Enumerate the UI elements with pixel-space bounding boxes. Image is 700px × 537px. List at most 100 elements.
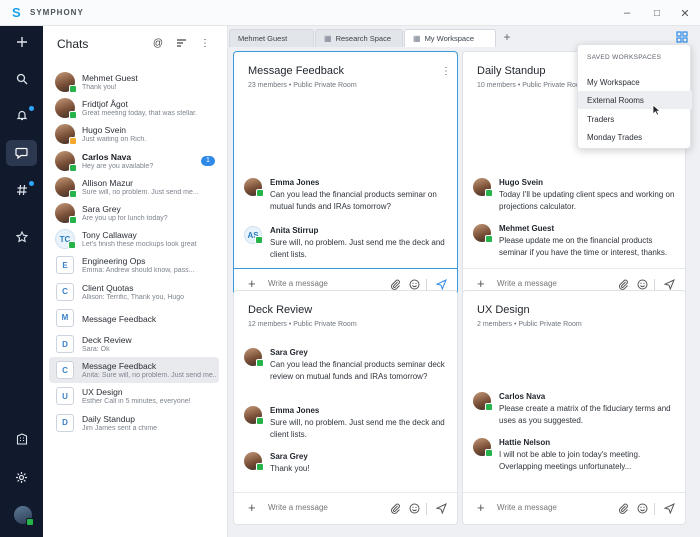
- tab-research-space[interactable]: ▦ Research Space: [315, 29, 403, 47]
- composer-divider: [426, 503, 427, 515]
- unread-badge: 1: [201, 155, 215, 166]
- chat-list-item[interactable]: Sara Grey Are you up for lunch today?: [49, 200, 219, 226]
- add-tab-icon[interactable]: +: [500, 30, 514, 44]
- mouse-cursor-icon: [652, 104, 662, 116]
- message-input[interactable]: [268, 279, 368, 288]
- workspace-option[interactable]: My Workspace: [578, 73, 692, 91]
- chat-list-item[interactable]: Hugo Svein Just waiting on Rich.: [49, 121, 219, 147]
- room-icon: U: [56, 387, 74, 406]
- avatar: [473, 392, 493, 411]
- maximize-button[interactable]: □: [642, 0, 672, 26]
- send-icon[interactable]: [435, 503, 447, 515]
- avatar: [244, 348, 264, 367]
- room-card[interactable]: UX Design 2 members • Public Private Room…: [462, 290, 686, 525]
- building-icon[interactable]: [6, 426, 37, 452]
- message: Hugo Svein Today I'll be updating client …: [473, 178, 674, 218]
- chat-list-item[interactable]: M Message Feedback: [49, 305, 219, 331]
- room-title: Deck Review: [248, 304, 313, 316]
- presence-indicator: [69, 137, 77, 146]
- chat-list-item[interactable]: Fridtjof Ågot Great meeting today, that w…: [49, 95, 219, 121]
- message: Emma Jones Can you lead the financial pro…: [244, 178, 444, 218]
- room-subtitle: 23 members • Public Private Room: [248, 82, 357, 89]
- presence-indicator: [68, 241, 76, 250]
- search-icon[interactable]: [6, 66, 37, 92]
- chat-list-item[interactable]: D Deck Review Sara: Ok: [49, 331, 219, 357]
- mention-icon[interactable]: @: [151, 36, 165, 50]
- chat-name: Carlos Nava: [82, 151, 132, 162]
- message-author: Hugo Svein: [499, 178, 544, 187]
- room-icon: D: [56, 335, 74, 353]
- gear-icon[interactable]: [6, 464, 37, 490]
- avatar: [55, 98, 77, 120]
- chat-preview: Esther Call in 5 minutes, everyone!: [82, 398, 191, 406]
- chat-list-item[interactable]: C Message Feedback Anita: Sure will, no pr…: [49, 357, 219, 384]
- more-vertical-icon[interactable]: ⋮: [198, 36, 212, 50]
- close-button[interactable]: ✕: [670, 0, 700, 26]
- chat-list-item[interactable]: D Daily Standup Jim James sent a chime: [49, 410, 219, 436]
- plus-icon[interactable]: +: [248, 277, 256, 291]
- chat-list-item[interactable]: Carlos Nava Hey are you available? 1: [49, 148, 219, 174]
- message-input[interactable]: [497, 503, 597, 512]
- avatar: [55, 150, 77, 172]
- chat-list-item[interactable]: E Engineering Ops Emma: Andrew should know…: [49, 252, 219, 278]
- message-author: Anita Stirrup: [270, 226, 319, 235]
- avatar: [473, 178, 493, 197]
- presence-indicator: [255, 236, 263, 244]
- grid-icon: ▦: [413, 34, 421, 43]
- message-author: Emma Jones: [270, 406, 320, 415]
- message: Mehmet Guest Please update me on the fina…: [473, 224, 673, 264]
- filter-list-icon[interactable]: [174, 36, 188, 50]
- room-subtitle: 10 members • Public Private Room: [477, 82, 586, 89]
- room-card[interactable]: Message Feedback 23 members • Public Priv…: [233, 51, 458, 301]
- presence-indicator: [485, 449, 493, 457]
- title-bar: S SYMPHONY – □ ✕: [0, 0, 700, 26]
- chat-preview: Sara: Ok: [82, 346, 110, 353]
- presence-indicator: [69, 216, 77, 224]
- workspace-grid-icon[interactable]: [676, 31, 688, 43]
- chat-list-item[interactable]: U UX Design Esther Call in 5 minutes, ever…: [49, 383, 219, 409]
- message-text: Please update me on the financial produc…: [499, 236, 668, 257]
- avatar: [473, 438, 493, 457]
- paperclip-icon[interactable]: [389, 503, 401, 515]
- plus-icon[interactable]: +: [248, 501, 256, 515]
- workspace-option[interactable]: Traders: [578, 110, 692, 128]
- chat-list-item[interactable]: TC Tony Callaway Let's finish these mockup…: [49, 226, 219, 252]
- avatar-initials: AS: [244, 226, 263, 244]
- chat-name: Client Quotas: [82, 282, 134, 293]
- chat-preview: Hey are you available?: [82, 162, 154, 170]
- minimize-button[interactable]: –: [612, 0, 642, 26]
- presence-indicator: [69, 111, 77, 120]
- chat-preview: Anita: Sure will, no problem. Just send …: [82, 372, 217, 380]
- chat-name: UX Design: [82, 387, 123, 398]
- user-avatar[interactable]: [14, 506, 34, 526]
- plus-icon[interactable]: +: [477, 277, 485, 291]
- tab-label: My Workspace: [424, 34, 475, 43]
- chat-list-item[interactable]: Allison Mazur Sure will, no problem. Just…: [49, 174, 219, 200]
- presence-indicator: [256, 417, 264, 425]
- presence-indicator: [256, 359, 264, 367]
- workspace-option[interactable]: External Rooms: [578, 91, 692, 109]
- emoji-icon[interactable]: [636, 503, 648, 515]
- send-icon[interactable]: [663, 503, 675, 515]
- more-vertical-icon[interactable]: ⋮: [441, 66, 451, 78]
- message-input[interactable]: [497, 279, 597, 288]
- tab-mehmet-guest[interactable]: Mehmet Guest: [229, 29, 314, 47]
- star-icon[interactable]: [6, 224, 37, 250]
- chat-list-item[interactable]: Mehmet Guest Thank you!: [49, 69, 219, 95]
- room-icon: D: [56, 413, 74, 432]
- chat-bubble-icon[interactable]: [6, 140, 37, 166]
- plus-icon[interactable]: [6, 29, 37, 55]
- workspace-option[interactable]: Monday Trades: [578, 128, 692, 146]
- room-subtitle: 12 members • Public Private Room: [248, 321, 357, 328]
- message-input[interactable]: [268, 503, 368, 512]
- plus-icon[interactable]: +: [477, 501, 485, 515]
- message-author: Hattie Nelson: [499, 438, 551, 447]
- chat-list-item[interactable]: C Client Quotas Allison: Terrific, Thank y…: [49, 279, 219, 305]
- emoji-icon[interactable]: [408, 503, 420, 515]
- message-composer: +: [463, 492, 685, 524]
- paperclip-icon[interactable]: [617, 503, 629, 515]
- message-text: Sure will, no problem. Just send me the …: [270, 238, 445, 259]
- room-card[interactable]: Deck Review 12 members • Public Private R…: [233, 290, 458, 525]
- message: AS Anita Stirrup Sure will, no problem. Ju…: [244, 226, 445, 266]
- tab-my-workspace[interactable]: ▦ My Workspace: [404, 29, 496, 47]
